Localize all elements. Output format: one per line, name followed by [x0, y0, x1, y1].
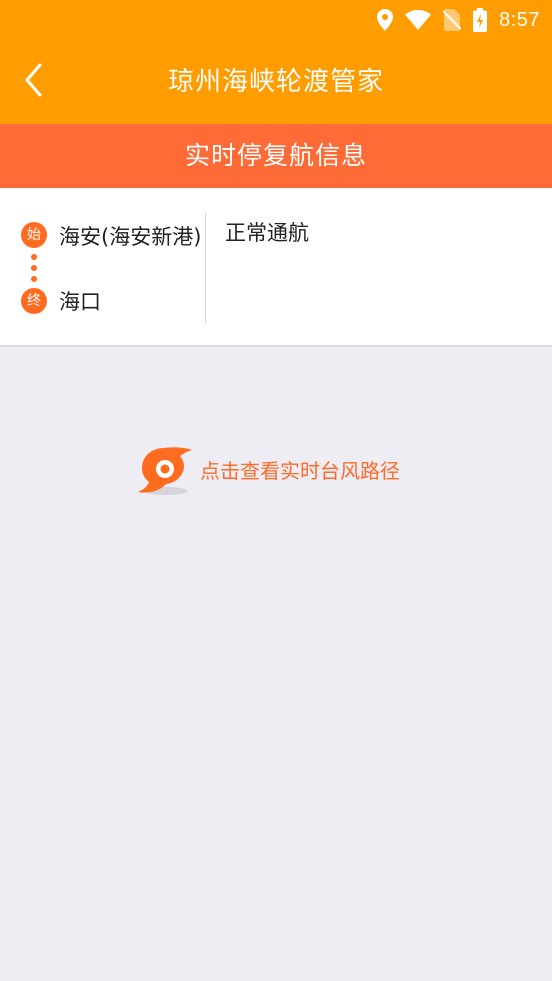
status-bar: 8:57 [0, 0, 552, 40]
route-status: 正常通航 [225, 221, 309, 245]
status-time: 8:57 [499, 8, 540, 31]
route-card[interactable]: 始 海安(海安新港) 终 海口 正常通航 [0, 188, 552, 347]
section-header: 实时停复航信息 [0, 124, 552, 188]
battery-charging-icon [473, 8, 488, 32]
no-sim-icon [443, 9, 462, 31]
end-badge: 终 [21, 288, 47, 314]
typhoon-icon [134, 440, 194, 498]
location-icon [377, 9, 394, 31]
page-title: 琼州海峡轮渡管家 [167, 67, 384, 97]
typhoon-link-label[interactable]: 点击查看实时台风路径 [200, 455, 400, 484]
typhoon-path-link[interactable]: 点击查看实时台风路径 [134, 440, 400, 498]
start-badge: 始 [21, 222, 47, 248]
app-bar: 琼州海峡轮渡管家 [0, 40, 552, 124]
route-stops: 始 海安(海安新港) 终 海口 [0, 188, 206, 345]
start-port-name: 海安(海安新港) [59, 225, 202, 249]
route-dot [31, 254, 37, 260]
status-icons: 8:57 [377, 0, 540, 40]
route-dot [31, 276, 37, 282]
route-divider [205, 212, 206, 323]
end-port-name: 海口 [59, 290, 101, 314]
wifi-icon [405, 10, 432, 30]
route-dot [31, 265, 37, 271]
